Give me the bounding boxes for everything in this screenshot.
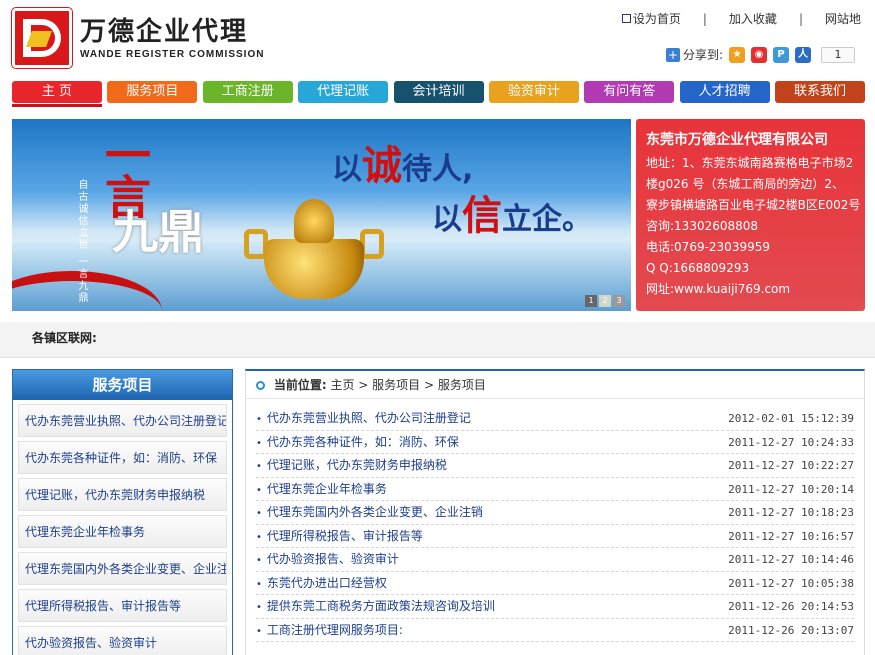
news-row: 代办东莞营业执照、代办公司注册登记 2012-02-01 15:12:39 [256,407,854,431]
region-label: 各镇区联网: [32,331,97,345]
banner-big-white-text: 九鼎 [112,205,204,259]
nav-item-3[interactable]: 代理记账 [298,81,389,103]
news-row: 提供东莞工商税务方面政策法规咨询及培训 2011-12-26 20:14:53 [256,595,854,619]
news-date: 2011-12-27 10:20:14 [728,482,854,496]
news-list: 代办东莞营业执照、代办公司注册登记2012-02-01 15:12:39代办东莞… [246,399,864,642]
site-header: 万德企业代理 WANDE REGISTER COMMISSION 设为首页 | … [0,0,875,78]
news-date: 2011-12-27 10:05:38 [728,576,854,590]
sidebar-item[interactable]: 代理记账，代办东莞财务申报纳税 [18,478,227,511]
breadcrumb: 当前位置: 主页 > 服务项目 > 服务项目 [246,371,864,399]
news-title-link[interactable]: 代办验资报告、验资审计 [256,548,399,571]
news-title-link[interactable]: 代理记账，代办东莞财务申报纳税 [256,454,447,477]
breadcrumb-label: 当前位置: [273,378,327,392]
news-row: 代理东莞企业年检事务 2011-12-27 10:20:14 [256,478,854,501]
sidebar-item[interactable]: 代理东莞国内外各类企业变更、企业注销 [18,552,227,585]
contact-qq: Q Q:1668809293 [646,261,750,275]
tencent-share-icon[interactable]: P [773,46,790,63]
contact-box: 东莞市万德企业代理有限公司 地址：1、东莞东城南路赛格电子市场2 楼g026 号… [636,119,865,311]
site-logo[interactable]: 万德企业代理 WANDE REGISTER COMMISSION [12,8,264,68]
sidebar-item[interactable]: 代办验资报告、验资审计 [18,626,227,655]
nav-item-0[interactable]: 主 页 [12,81,102,103]
contact-mobile: 咨询:13302608808 [646,219,759,233]
nav-item-1[interactable]: 服务项目 [107,81,198,103]
news-row: 工商注册代理网服务项目: 2011-12-26 20:13:07 [256,619,854,642]
renren-share-icon[interactable]: 人 [795,46,812,63]
news-date: 2011-12-26 20:13:07 [728,623,854,637]
top-links: 设为首页 | 加入收藏 | 网站地 [621,10,861,27]
logo-mark-icon [12,8,72,68]
add-favorite-link[interactable]: 加入收藏 [729,10,777,27]
weibo-share-icon[interactable]: ◉ [751,46,768,63]
sidebar-item[interactable]: 代办东莞各种证件，如：消防、环保 [18,441,227,474]
contact-address-2: 楼g026 号（东城工商局的旁边）2、 [646,177,844,191]
divider: | [702,11,707,26]
active-nav-underline [12,104,102,107]
news-title-link[interactable]: 工商注册代理网服务项目: [256,619,403,642]
sidebar-title: 服务项目 [13,370,232,400]
news-date: 2011-12-27 10:22:27 [728,459,854,472]
news-title-link[interactable]: 代理东莞国内外各类企业变更、企业注销 [256,501,483,524]
nav-item-7[interactable]: 人才招聘 [679,81,770,103]
news-title-link[interactable]: 代理所得税报告、审计报告等 [256,525,423,548]
banner-slogan-2: 以信立企。 [432,193,592,239]
logo-chinese-name: 万德企业代理 [80,16,249,47]
news-date: 2012-02-01 15:12:39 [728,412,854,425]
banner-vertical-text: 自古诚信立世 一言九鼎 [76,179,87,305]
banner-big-red-text: 一言 [98,131,152,215]
hero-banner[interactable]: 自古诚信立世 一言九鼎 一言 九鼎 以诚待人, 以信立企。 1 2 3 [12,119,631,311]
contact-website: 网址:www.kuaiji769.com [646,282,791,296]
news-row: 东莞代办进出口经营权 2011-12-27 10:05:38 [256,572,854,595]
news-date: 2011-12-27 10:18:23 [728,506,854,519]
news-row: 代办验资报告、验资审计 2011-12-27 10:14:46 [256,548,854,572]
logo-text: 万德企业代理 WANDE REGISTER COMMISSION [80,17,264,60]
services-sidebar: 服务项目 代办东莞营业执照、代办公司注册登记 代办东莞各种证件，如：消防、环保 代理… [12,369,233,655]
nav-item-2[interactable]: 工商注册 [202,81,293,103]
share-label: 分享到: [683,48,724,62]
location-icon [256,381,265,390]
set-homepage-link[interactable]: 设为首页 [633,10,681,27]
main-content: 当前位置: 主页 > 服务项目 > 服务项目 代办东莞营业执照、代办公司注册登记… [245,369,865,655]
qzone-share-icon[interactable]: ★ [729,46,746,63]
news-title-link[interactable]: 提供东莞工商税务方面政策法规咨询及培训 [256,595,495,618]
news-row: 代办东莞各种证件，如：消防、环保 2011-12-27 10:24:33 [256,431,854,454]
breadcrumb-path[interactable]: 主页 > 服务项目 > 服务项目 [330,378,485,392]
news-title-link[interactable]: 代办东莞营业执照、代办公司注册登记 [256,407,471,430]
contact-phone: 电话:0769-23039959 [646,240,770,254]
news-date: 2011-12-27 10:24:33 [728,435,854,449]
share-bar: + 分享到: ★ ◉ P 人 1 [666,46,856,63]
news-date: 2011-12-27 10:16:57 [728,529,854,543]
sidebar-item[interactable]: 代理所得税报告、审计报告等 [18,589,227,622]
company-name: 东莞市万德企业代理有限公司 [646,132,828,148]
sitemap-link[interactable]: 网站地 [825,10,861,27]
banner-page-3[interactable]: 3 [613,295,625,307]
news-row: 代理东莞国内外各类企业变更、企业注销 2011-12-27 10:18:23 [256,501,854,525]
news-date: 2011-12-26 20:14:53 [728,600,854,613]
news-title-link[interactable]: 代理东莞企业年检事务 [256,478,387,501]
banner-page-2[interactable]: 2 [599,295,611,307]
banner-page-1[interactable]: 1 [585,295,597,307]
news-row: 代理所得税报告、审计报告等 2011-12-27 10:16:57 [256,525,854,548]
sidebar-list: 代办东莞营业执照、代办公司注册登记 代办东莞各种证件，如：消防、环保 代理记账，代办… [13,400,232,655]
main-nav: 主 页服务项目 工商注册 代理记账 会计培训 验资审计 有问有答 人才招聘 联系我们 [12,81,865,103]
share-plus-icon[interactable]: + [666,47,680,62]
nav-item-6[interactable]: 有问有答 [584,81,675,103]
news-date: 2011-12-27 10:14:46 [728,553,854,566]
news-title-link[interactable]: 代办东莞各种证件，如：消防、环保 [256,431,459,454]
nav-item-5[interactable]: 验资审计 [488,81,579,103]
news-row: 代理记账，代办东莞财务申报纳税 2011-12-27 10:22:27 [256,454,854,478]
nav-item-4[interactable]: 会计培训 [393,81,484,103]
divider: | [798,11,803,26]
share-count: 1 [821,46,856,63]
home-icon [621,14,631,23]
nav-item-8[interactable]: 联系我们 [775,81,865,103]
sidebar-item[interactable]: 代理东莞企业年检事务 [18,515,227,548]
banner-pager: 1 2 3 [583,295,625,307]
cauldron-image [244,199,384,311]
region-links-bar: 各镇区联网: [0,322,875,358]
news-title-link[interactable]: 东莞代办进出口经营权 [256,572,387,595]
contact-address-1: 地址：1、东莞东城南路赛格电子市场2 [646,156,854,170]
contact-address-3: 寮步镇横塘路百业电子城2楼B区E002号 [646,198,861,212]
logo-english-name: WANDE REGISTER COMMISSION [80,48,265,60]
sidebar-item[interactable]: 代办东莞营业执照、代办公司注册登记 [18,404,227,437]
